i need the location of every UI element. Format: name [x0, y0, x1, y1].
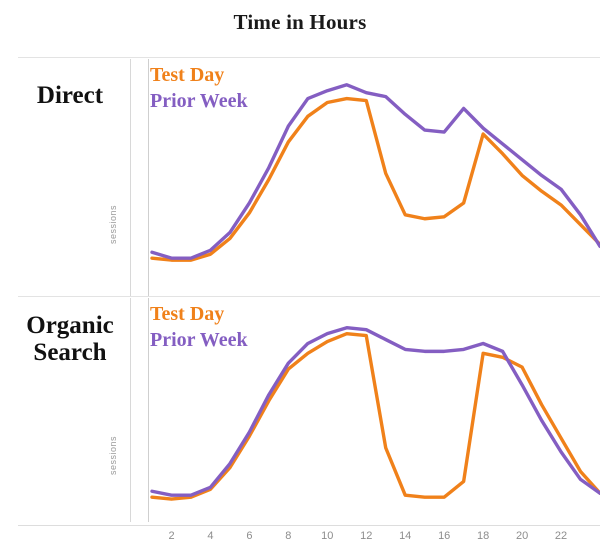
x-tick-label: 10 — [321, 530, 334, 542]
panel-direct: Direct sessions Test Day Prior Week — [0, 57, 600, 296]
series-line-prior-week — [150, 83, 600, 260]
x-tick-label: 22 — [554, 530, 568, 542]
plot-area-direct — [150, 83, 600, 262]
plot-area-organic — [150, 326, 600, 501]
x-tick-label: 18 — [476, 530, 490, 542]
x-tick-label: 20 — [515, 530, 529, 542]
x-axis-line — [18, 525, 600, 526]
series-line-prior-week — [150, 326, 600, 497]
x-axis-ticks: 2 4 6 8 10 12 14 16 18 20 22 — [0, 530, 600, 550]
page-title: Time in Hours — [233, 10, 367, 34]
x-tick-label: 4 — [207, 530, 214, 542]
x-tick-label: 2 — [168, 530, 175, 542]
x-tick-label: 8 — [285, 530, 292, 542]
chart-root: Time in Hours Direct sessions Test Day P… — [0, 0, 600, 550]
x-tick-label: 12 — [360, 530, 373, 542]
x-tick-label: 14 — [399, 530, 412, 542]
series-line-test-day — [150, 96, 600, 262]
x-tick-label: 6 — [246, 530, 253, 542]
panel-organic-search: Organic Search sessions Test Day Prior W… — [0, 296, 600, 522]
x-tick-label: 16 — [438, 530, 451, 542]
